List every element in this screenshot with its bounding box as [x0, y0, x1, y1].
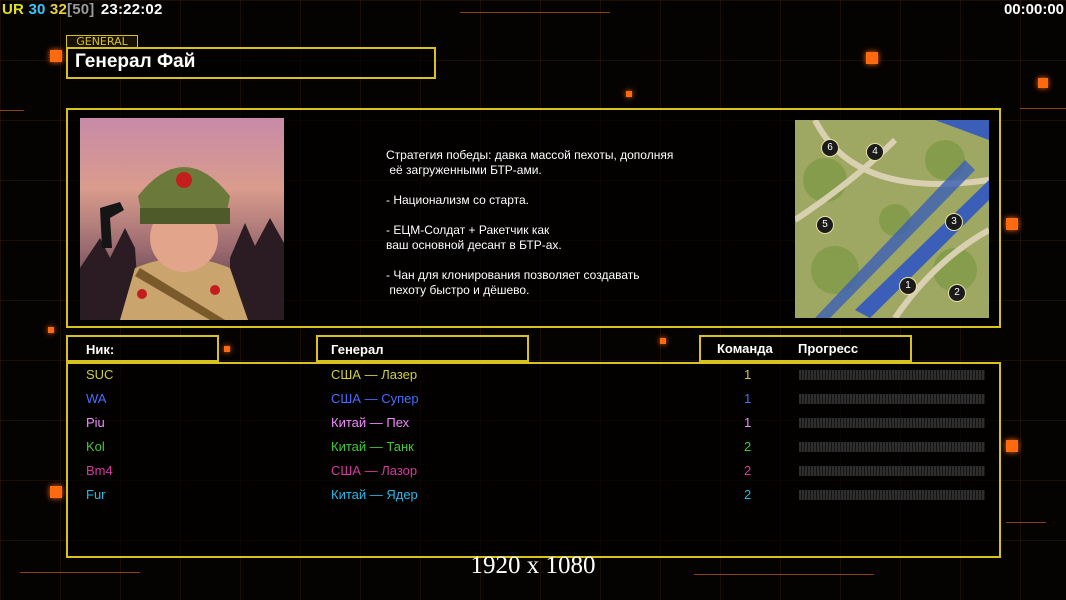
stat-value-1: 30 — [28, 1, 46, 18]
deco-square — [50, 50, 62, 62]
general-header: Генерал — [331, 342, 384, 357]
deco-square — [626, 91, 632, 97]
general-portrait — [80, 118, 284, 320]
player-nick: Bm4 — [86, 463, 113, 478]
deco-square — [1006, 440, 1018, 452]
ur-label: UR — [2, 1, 25, 18]
player-nick: Kol — [86, 439, 105, 454]
start-position-5: 5 — [816, 216, 834, 234]
player-nick: SUC — [86, 367, 114, 382]
stat-value-2: 32 — [49, 1, 68, 18]
nick-header: Ник: — [86, 342, 115, 357]
game-timer: 00:00:00 — [1003, 1, 1064, 18]
player-general: США — Лазор — [331, 463, 418, 478]
player-nick: Piu — [86, 415, 105, 430]
resolution-watermark: 1920 x 1080 — [470, 552, 596, 579]
map-preview: 6 4 5 3 1 2 — [795, 120, 989, 318]
clock: 23:22:02 — [100, 1, 163, 18]
deco-square — [866, 52, 878, 64]
player-general: Китай — Пех — [331, 415, 410, 430]
player-team: 1 — [744, 415, 752, 430]
player-general: Китай — Ядер — [331, 487, 418, 502]
player-nick: WA — [86, 391, 107, 406]
deco-line — [460, 12, 610, 13]
strategy-text: Стратегия победы: давка массой пехоты, д… — [386, 148, 674, 297]
progress-header: Прогресс — [798, 341, 859, 356]
start-position-6: 6 — [821, 139, 839, 157]
player-progress-bar — [799, 394, 985, 404]
player-nick: Fur — [86, 487, 106, 502]
deco-square — [1006, 218, 1018, 230]
start-position-4: 4 — [866, 143, 884, 161]
player-team: 1 — [744, 391, 752, 406]
player-progress-bar — [799, 490, 985, 500]
player-progress-bar — [799, 370, 985, 380]
deco-square — [1038, 78, 1048, 88]
player-general: США — Супер — [331, 391, 419, 406]
player-progress-bar — [799, 418, 985, 428]
player-general: США — Лазер — [331, 367, 418, 382]
deco-square — [224, 346, 230, 352]
player-team: 2 — [744, 487, 752, 502]
deco-square — [48, 327, 54, 333]
player-progress-bar — [799, 442, 985, 452]
player-team: 2 — [744, 463, 752, 478]
hud-stats: UR 30 32[50] 23:22:02 — [2, 1, 163, 18]
deco-line — [1020, 108, 1066, 109]
start-position-1: 1 — [899, 277, 917, 295]
start-position-2: 2 — [948, 284, 966, 302]
deco-square — [660, 338, 666, 344]
stat-bracket: [50] — [67, 1, 95, 18]
player-progress-bar — [799, 466, 985, 476]
start-position-3: 3 — [945, 213, 963, 231]
player-team: 2 — [744, 439, 752, 454]
players-panel — [66, 362, 1001, 558]
deco-square — [50, 486, 62, 498]
deco-line — [1006, 522, 1046, 523]
player-team: 1 — [744, 367, 752, 382]
team-header: Команда — [717, 341, 773, 356]
player-general: Китай — Танк — [331, 439, 414, 454]
general-name: Генерал Фай — [75, 51, 196, 72]
deco-line — [0, 110, 24, 111]
